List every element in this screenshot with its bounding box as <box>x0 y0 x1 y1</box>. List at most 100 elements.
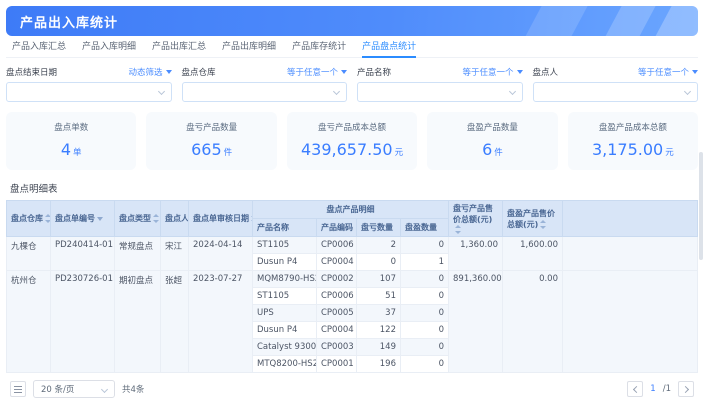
cell-product-code: CP0004 <box>317 254 357 271</box>
page-size-select[interactable]: 20 条/页 <box>33 380 115 398</box>
tab-outbound-summary[interactable]: 产品出库汇总 <box>152 38 206 57</box>
cell-gain-qty: 0 <box>401 322 449 339</box>
cell-product-name: UPS <box>253 305 317 322</box>
cell-product-name: ST1105 <box>253 288 317 305</box>
col-header-order-no[interactable]: 盘点单编号 <box>51 201 115 237</box>
page-total-indicator: /1 <box>663 384 671 394</box>
chevron-down-icon <box>333 88 340 95</box>
table-row[interactable]: 九棵仓 PD240414-01 常规盘点 宋江 2024-04-14 ST110… <box>7 237 698 254</box>
cell-date: 2023-07-27 <box>189 271 253 373</box>
table-settings-button[interactable] <box>10 381 26 397</box>
cell-warehouse: 九棵仓 <box>7 237 51 271</box>
stat-card-row: 盘点单数 4单 盘亏产品数量 665件 盘亏产品成本总额 439,657.50元… <box>0 102 704 170</box>
stat-unit: 件 <box>224 148 233 158</box>
cell-gain-qty: 1 <box>401 254 449 271</box>
cell-product-name: MTQ8200-HS2F <box>253 356 317 373</box>
stocktake-detail-table: 盘点仓库 盘点单编号 盘点类型 盘点人 盘点单审核日期 盘点产品明细 盘亏产品售… <box>6 200 698 373</box>
col-header-loss-amount[interactable]: 盘亏产品售价总额(元) <box>449 201 503 237</box>
chevron-down-icon <box>101 386 108 393</box>
cell-order-no: PD230726-01 <box>51 271 115 373</box>
cell-gain-qty: 0 <box>401 356 449 373</box>
cell-product-name: ST1105 <box>253 237 317 254</box>
page-title: 产品出入库统计 <box>6 12 118 31</box>
filter-end-date: 盘点结束日期 动态筛选 <box>6 66 172 102</box>
filter-operator-dropdown[interactable]: 等于任意一个 <box>462 66 522 78</box>
filter-operator-dropdown[interactable]: 动态筛选 <box>128 66 171 78</box>
cell-loss-qty: 51 <box>357 288 401 305</box>
col-header-gain-amount[interactable]: 盘盈产品售价总额(元) <box>503 201 563 237</box>
cell-product-name: Dusun P4 <box>253 254 317 271</box>
cell-type: 常规盘点 <box>115 237 161 271</box>
banner-decoration <box>516 6 594 36</box>
cell-gain-qty: 0 <box>401 271 449 288</box>
col-header-person[interactable]: 盘点人 <box>161 201 189 237</box>
table-footer: 20 条/页 共4条 1 /1 <box>0 373 704 398</box>
filter-operator-dropdown[interactable]: 等于任意一个 <box>287 66 347 78</box>
chevron-right-icon <box>682 386 689 393</box>
stat-loss-cost: 盘亏产品成本总额 439,657.50元 <box>287 112 417 170</box>
cell-gain-qty: 0 <box>401 339 449 356</box>
current-page-indicator: 1 <box>650 384 655 394</box>
next-page-button[interactable] <box>678 381 694 397</box>
col-header-warehouse[interactable]: 盘点仓库 <box>7 201 51 237</box>
cell-loss-qty: 37 <box>357 305 401 322</box>
vertical-scrollbar[interactable] <box>699 152 703 260</box>
cell-product-code: CP0002 <box>317 271 357 288</box>
col-header-audit-date[interactable]: 盘点单审核日期 <box>189 201 253 237</box>
filter-label: 盘点仓库 <box>182 66 216 78</box>
stat-unit: 元 <box>665 148 674 158</box>
cell-product-name: Catalyst 9300 <box>253 339 317 356</box>
cell-gain-qty: 0 <box>401 305 449 322</box>
chevron-down-icon <box>157 88 164 95</box>
filter-product-name: 产品名称 等于任意一个 <box>357 66 523 102</box>
cell-order-no: PD240414-01 <box>51 237 115 271</box>
cell-person: 张超 <box>161 271 189 373</box>
chevron-down-icon <box>508 88 515 95</box>
stat-value: 3,175.00 <box>592 140 663 159</box>
filter-label: 盘点人 <box>533 66 559 78</box>
cell-loss-qty: 2 <box>357 237 401 254</box>
cell-product-name: Dusun P4 <box>253 322 317 339</box>
product-name-select[interactable] <box>357 82 523 102</box>
end-date-input[interactable] <box>6 82 172 102</box>
banner-decoration <box>646 6 698 36</box>
col-group-product-detail: 盘点产品明细 <box>253 201 449 219</box>
cell-product-code: CP0001 <box>317 356 357 373</box>
filter-operator-dropdown[interactable]: 等于任意一个 <box>638 66 698 78</box>
col-header-product-code[interactable]: 产品编码 <box>317 219 357 237</box>
cell-loss-amount: 1,360.00 <box>449 237 503 271</box>
cell-filler <box>563 271 698 373</box>
prev-page-button[interactable] <box>627 381 643 397</box>
col-header-type[interactable]: 盘点类型 <box>115 201 161 237</box>
table-row[interactable]: 杭州仓 PD230726-01 期初盘点 张超 2023-07-27 MQM87… <box>7 271 698 288</box>
stat-value: 6 <box>482 140 492 159</box>
tab-outbound-detail[interactable]: 产品出库明细 <box>222 38 276 57</box>
list-icon <box>14 386 22 393</box>
person-select[interactable] <box>533 82 699 102</box>
cell-product-code: CP0004 <box>317 322 357 339</box>
cell-gain-qty: 0 <box>401 288 449 305</box>
cell-product-name: MQM8790-HS2R <box>253 271 317 288</box>
stat-value: 665 <box>191 140 222 159</box>
tab-stocktake-stats[interactable]: 产品盘点统计 <box>362 38 416 57</box>
cell-date: 2024-04-14 <box>189 237 253 271</box>
stat-value: 4 <box>61 140 71 159</box>
tab-inbound-detail[interactable]: 产品入库明细 <box>82 38 136 57</box>
stat-loss-qty: 盘亏产品数量 665件 <box>146 112 276 170</box>
cell-person: 宋江 <box>161 237 189 271</box>
stat-unit: 件 <box>494 148 503 158</box>
page-header-banner: 产品出入库统计 <box>6 6 698 36</box>
stat-value: 439,657.50 <box>301 140 393 159</box>
tab-stock-stats[interactable]: 产品库存统计 <box>292 38 346 57</box>
col-header-gain-qty[interactable]: 盘盈数量 <box>401 219 449 237</box>
cell-loss-qty: 0 <box>357 254 401 271</box>
warehouse-select[interactable] <box>182 82 348 102</box>
col-header-product-name[interactable]: 产品名称 <box>253 219 317 237</box>
col-header-loss-qty[interactable]: 盘亏数量 <box>357 219 401 237</box>
filter-bar: 盘点结束日期 动态筛选 盘点仓库 等于任意一个 产品名称 等于任意一个 盘点人 … <box>0 58 704 102</box>
cell-gain-qty: 0 <box>401 237 449 254</box>
sort-icon <box>45 214 51 223</box>
caret-down-icon <box>97 217 103 221</box>
tab-inbound-summary[interactable]: 产品入库汇总 <box>12 38 66 57</box>
banner-decoration <box>596 6 662 36</box>
